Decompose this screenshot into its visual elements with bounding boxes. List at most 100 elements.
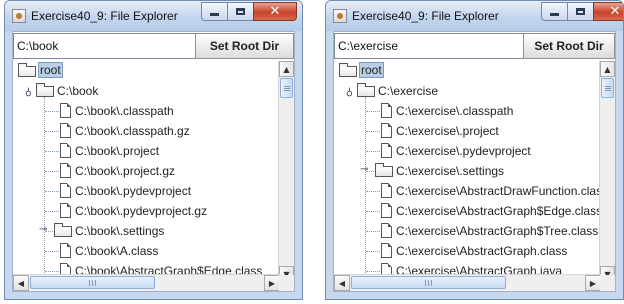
- file-icon: [381, 103, 392, 118]
- folder-icon: [375, 163, 393, 177]
- tree-node-label: C:\book\.classpath: [75, 104, 174, 118]
- horizontal-scroll-thumb[interactable]: [351, 276, 506, 289]
- collapse-handle-icon[interactable]: ⊸: [39, 225, 49, 235]
- tree-node-file[interactable]: C:\book\A.class: [14, 241, 281, 261]
- vertical-scrollbar[interactable]: ▲ ▼: [278, 61, 294, 282]
- tree-node-label: C:\exercise\.pydevproject: [396, 144, 531, 158]
- set-root-dir-button[interactable]: Set Root Dir: [523, 33, 615, 59]
- scroll-up-button[interactable]: ▲: [600, 61, 615, 77]
- tree-node-label: C:\book\.project.gz: [75, 164, 176, 178]
- file-icon: [60, 203, 71, 218]
- file-icon: [381, 123, 392, 138]
- scroll-corner: [279, 275, 294, 291]
- tree-node-folder[interactable]: ⚲ C:\book: [14, 81, 281, 101]
- scroll-left-button[interactable]: ◀: [13, 275, 29, 291]
- maximize-icon: [236, 8, 245, 15]
- grip-icon: [95, 280, 96, 286]
- folder-icon: [54, 223, 72, 237]
- collapse-handle-icon[interactable]: ⊸: [360, 165, 370, 175]
- tree-node-file[interactable]: C:\book\.pydevproject.gz: [14, 201, 281, 221]
- tree-guide-line: [45, 111, 59, 112]
- tree-node-folder[interactable]: ⊸ C:\book\.settings: [14, 221, 281, 241]
- tree-guide-line: [45, 211, 59, 212]
- grip-icon: [431, 280, 432, 286]
- file-icon: [381, 143, 392, 158]
- maximize-button[interactable]: [227, 2, 253, 21]
- tree-node-file[interactable]: C:\exercise\AbstractGraph$Tree.class: [335, 221, 602, 241]
- folder-icon: [18, 63, 36, 77]
- arrow-right-icon: ▶: [268, 278, 276, 288]
- scroll-right-button[interactable]: ▶: [585, 275, 601, 291]
- vertical-scroll-thumb[interactable]: [601, 78, 614, 98]
- tree-node-folder[interactable]: ⚲ C:\exercise: [335, 81, 602, 101]
- tree-node-label: C:\exercise\.settings: [396, 164, 505, 178]
- close-icon: ✕: [609, 4, 621, 19]
- vertical-scroll-thumb[interactable]: [280, 78, 293, 98]
- title-bar[interactable]: Exercise40_9: File Explorer ✕: [5, 1, 302, 31]
- grip-icon: [284, 88, 290, 89]
- client-area: Set Root Dir root ⚲ C:\book C:\book\.classp…: [12, 31, 295, 292]
- tree-node-label: C:\exercise\AbstractGraph$Tree.class: [396, 224, 599, 238]
- tree-guide-line: [366, 231, 380, 232]
- tree-node-folder[interactable]: ⊸ C:\exercise\.settings: [335, 161, 602, 181]
- tree-guide-line: [366, 271, 380, 272]
- tree-node-label: C:\exercise\AbstractGraph.class: [396, 244, 568, 258]
- tree-node-label: C:\book\A.class: [75, 244, 159, 258]
- root-path-input[interactable]: [13, 33, 196, 59]
- tree-guide-line: [366, 211, 380, 212]
- tree-node-file[interactable]: C:\book\.project: [14, 141, 281, 161]
- root-path-input[interactable]: [334, 33, 524, 59]
- tree-node-file[interactable]: C:\book\.pydevproject: [14, 181, 281, 201]
- tree-node-file[interactable]: C:\exercise\AbstractGraph$Edge.class: [335, 201, 602, 221]
- tree-node-file[interactable]: C:\exercise\AbstractGraph.class: [335, 241, 602, 261]
- tree-node-label: root: [38, 62, 63, 78]
- scroll-up-button[interactable]: ▲: [279, 61, 294, 77]
- tree-guide-line: [366, 131, 380, 132]
- file-tree[interactable]: root ⚲ C:\exercise C:\exercise\.classpath C:…: [335, 61, 602, 282]
- tree-node-file[interactable]: C:\book\.project.gz: [14, 161, 281, 181]
- minimize-icon: [550, 13, 559, 16]
- horizontal-scrollbar[interactable]: ◀ ▶: [334, 274, 601, 291]
- tree-node-label: C:\book\.pydevproject.gz: [75, 204, 208, 218]
- scroll-left-button[interactable]: ◀: [334, 275, 350, 291]
- minimize-button[interactable]: [541, 2, 567, 21]
- expand-handle-icon[interactable]: ⚲: [343, 86, 353, 97]
- set-root-dir-button[interactable]: Set Root Dir: [195, 33, 294, 59]
- file-icon: [381, 203, 392, 218]
- file-icon: [60, 243, 71, 258]
- horizontal-scroll-thumb[interactable]: [30, 276, 155, 289]
- tree-node-label: C:\exercise: [378, 84, 439, 98]
- tree-node-root[interactable]: root: [14, 61, 281, 81]
- vertical-scrollbar[interactable]: ▲ ▼: [599, 61, 615, 282]
- minimize-button[interactable]: [201, 2, 227, 21]
- scroll-right-button[interactable]: ▶: [264, 275, 280, 291]
- grip-icon: [428, 280, 429, 286]
- tree-node-file[interactable]: C:\book\.classpath.gz: [14, 121, 281, 141]
- tree-node-file[interactable]: C:\book\.classpath: [14, 101, 281, 121]
- tree-node-file[interactable]: C:\exercise\.pydevproject: [335, 141, 602, 161]
- file-explorer-window-1: Exercise40_9: File Explorer ✕ Set Root D…: [4, 0, 303, 300]
- file-icon: [381, 183, 392, 198]
- grip-icon: [605, 86, 611, 87]
- file-tree[interactable]: root ⚲ C:\book C:\book\.classpath C:\book\.c…: [14, 61, 281, 282]
- grip-icon: [92, 280, 93, 286]
- tree-node-file[interactable]: C:\exercise\AbstractDrawFunction.class: [335, 181, 602, 201]
- tree-node-label: C:\exercise\AbstractGraph$Edge.class: [396, 204, 602, 218]
- close-button[interactable]: ✕: [253, 2, 297, 21]
- arrow-right-icon: ▶: [589, 278, 597, 288]
- tree-node-label: C:\book\.pydevproject: [75, 184, 192, 198]
- scroll-corner: [600, 275, 615, 291]
- grip-icon: [605, 88, 611, 89]
- expand-handle-icon[interactable]: ⚲: [22, 86, 32, 97]
- client-area: Set Root Dir root ⚲ C:\exercise C:\exercise…: [333, 31, 616, 292]
- tree-node-file[interactable]: C:\exercise\.project: [335, 121, 602, 141]
- tree-node-file[interactable]: C:\exercise\.classpath: [335, 101, 602, 121]
- title-bar[interactable]: Exercise40_9: File Explorer ✕: [326, 1, 623, 31]
- horizontal-scrollbar[interactable]: ◀ ▶: [13, 274, 280, 291]
- grip-icon: [605, 90, 611, 91]
- file-icon: [60, 103, 71, 118]
- tree-node-root[interactable]: root: [335, 61, 602, 81]
- close-button[interactable]: ✕: [593, 2, 623, 21]
- maximize-button[interactable]: [567, 2, 593, 21]
- tree-guide-line: [45, 171, 59, 172]
